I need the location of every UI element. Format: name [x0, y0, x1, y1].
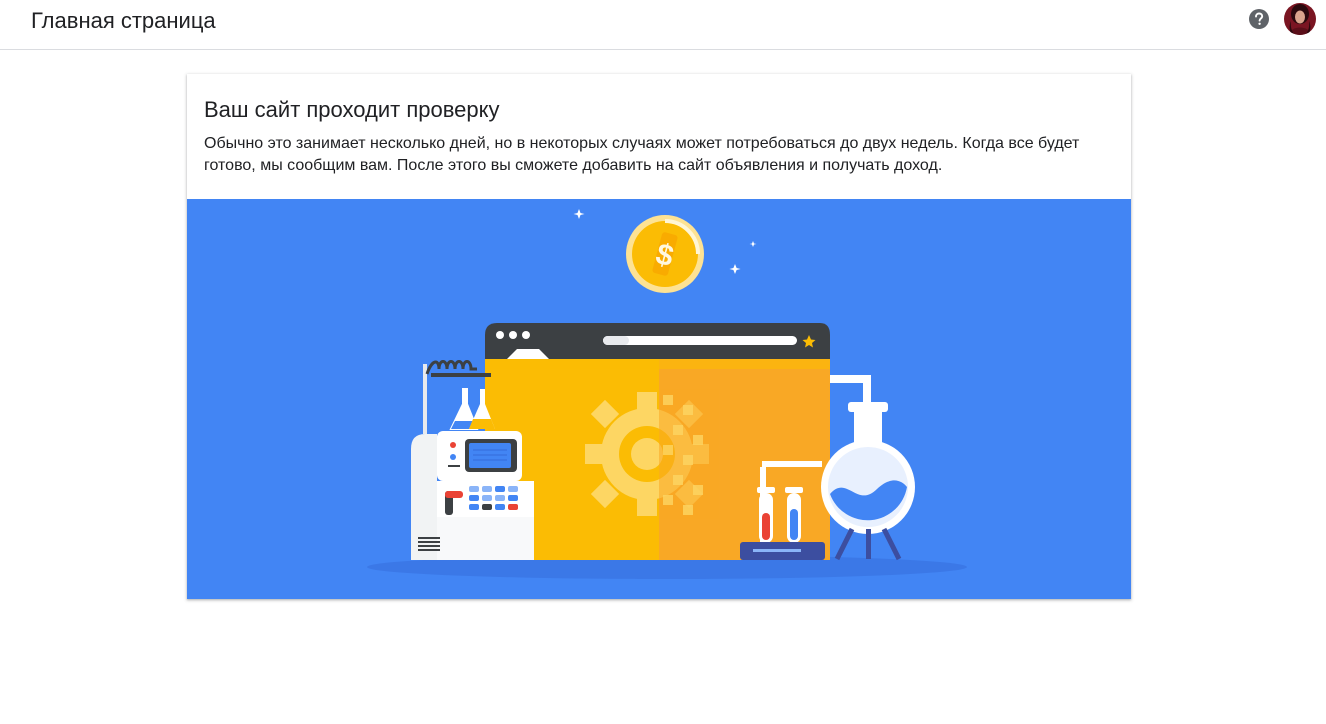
- round-flask: [821, 402, 915, 561]
- top-app-bar: Главная страница: [0, 0, 1326, 50]
- site-review-card: Ваш сайт проходит проверку Обычно это за…: [187, 74, 1131, 599]
- dollar-coin-icon: $: [626, 215, 704, 293]
- card-description: Обычно это занимает несколько дней, но в…: [204, 135, 1080, 174]
- laboratory-illustration: $: [367, 209, 967, 579]
- help-circle-icon: [1249, 9, 1269, 29]
- page-title: Главная страница: [31, 8, 216, 33]
- user-avatar-icon: [1284, 3, 1316, 35]
- browser-window: [485, 323, 830, 560]
- card-title: Ваш сайт проходит проверку: [204, 97, 500, 122]
- account-avatar[interactable]: [1284, 3, 1316, 35]
- site-review-illustration: $: [187, 199, 1131, 599]
- help-button[interactable]: [1248, 8, 1270, 30]
